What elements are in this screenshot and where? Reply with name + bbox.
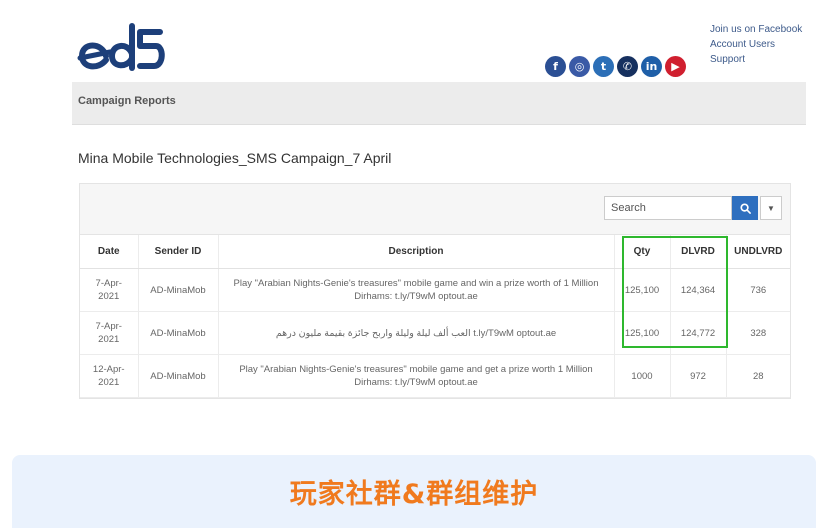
search-icon: [739, 202, 751, 214]
cell-description: Play "Arabian Nights-Genie's treasures" …: [218, 268, 615, 312]
cell-description: العب ألف ليلة وليلة واربح جائزة بقيمة مل…: [218, 311, 615, 355]
nav-bar: Campaign Reports: [72, 82, 806, 125]
search-options-dropdown[interactable]: ▼: [760, 196, 782, 220]
cell-description: Play "Arabian Nights-Genie's treasures" …: [218, 354, 615, 398]
campaign-title: Mina Mobile Technologies_SMS Campaign_7 …: [78, 150, 392, 166]
account-users-link[interactable]: Account Users: [710, 37, 802, 52]
cell-undlvrd: 328: [726, 311, 790, 355]
social-icons: f ◎ t ✆ in ▶: [545, 56, 686, 77]
cell-date: 12-Apr-2021: [80, 354, 139, 398]
cell-sender: AD-MinaMob: [138, 354, 219, 398]
cell-dlvrd: 124,364: [670, 268, 727, 312]
cell-sender: AD-MinaMob: [138, 268, 219, 312]
table-header-row: Date Sender ID Description Qty DLVRD UND…: [80, 235, 790, 269]
join-facebook-link[interactable]: Join us on Facebook: [710, 22, 802, 37]
col-dlvrd[interactable]: DLVRD: [670, 235, 727, 269]
cell-dlvrd: 972: [670, 354, 727, 398]
table-row: 7-Apr-2021 AD-MinaMob Play "Arabian Nigh…: [80, 268, 790, 312]
col-description[interactable]: Description: [218, 235, 615, 269]
cell-sender: AD-MinaMob: [138, 311, 219, 355]
campaign-reports-link[interactable]: Campaign Reports: [78, 95, 176, 107]
cell-qty: 125,100: [614, 311, 671, 355]
linkedin-icon[interactable]: in: [641, 56, 662, 77]
col-date[interactable]: Date: [80, 235, 139, 269]
cell-dlvrd: 124,772: [670, 311, 727, 355]
search-input[interactable]: [604, 196, 732, 220]
bottom-banner: 玩家社群&群组维护: [12, 455, 816, 528]
eds-logo[interactable]: eds: [76, 18, 166, 74]
facebook-icon[interactable]: f: [545, 56, 566, 77]
table-toolbar: ▼: [80, 184, 790, 235]
cell-undlvrd: 28: [726, 354, 790, 398]
cell-date: 7-Apr-2021: [80, 311, 139, 355]
reports-table: Date Sender ID Description Qty DLVRD UND…: [80, 235, 790, 398]
caret-down-icon: ▼: [767, 203, 775, 213]
youtube-icon[interactable]: ▶: [665, 56, 686, 77]
support-link[interactable]: Support: [710, 52, 802, 67]
search-button[interactable]: [732, 196, 758, 220]
banner-text: 玩家社群&群组维护: [289, 479, 539, 510]
top-links: Join us on Facebook Account Users Suppor…: [710, 22, 802, 67]
instagram-icon[interactable]: ◎: [569, 56, 590, 77]
col-qty[interactable]: Qty: [614, 235, 671, 269]
cell-qty: 125,100: [614, 268, 671, 312]
table-row: 7-Apr-2021 AD-MinaMob العب ألف ليلة وليل…: [80, 311, 790, 355]
cell-date: 7-Apr-2021: [80, 268, 139, 312]
col-sender-id[interactable]: Sender ID: [138, 235, 219, 269]
whatsapp-icon[interactable]: ✆: [617, 56, 638, 77]
table-row: 12-Apr-2021 AD-MinaMob Play "Arabian Nig…: [80, 354, 790, 398]
cell-undlvrd: 736: [726, 268, 790, 312]
col-undlvrd[interactable]: UNDLVRD: [726, 235, 790, 269]
twitter-icon[interactable]: t: [593, 56, 614, 77]
cell-qty: 1000: [614, 354, 671, 398]
report-panel: ▼ Date Sender ID Description Qty DLVRD U…: [79, 183, 791, 399]
